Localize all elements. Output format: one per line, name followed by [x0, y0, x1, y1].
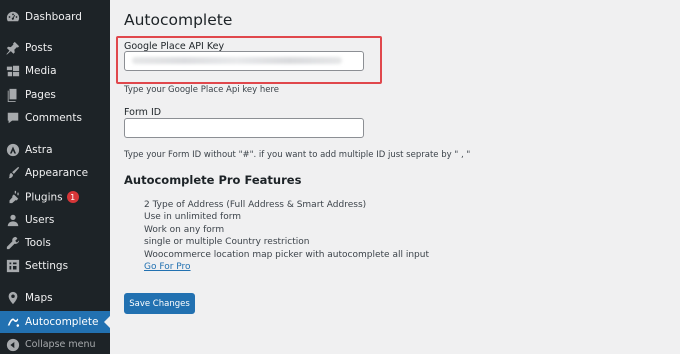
pro-feature-item: single or multiple Country restriction [144, 237, 310, 247]
sidebar-item-label: Pages [25, 89, 56, 101]
sidebar-item-label: Astra [25, 144, 53, 156]
pro-features-heading: Autocomplete Pro Features [124, 173, 302, 187]
page-title: Autocomplete [124, 11, 233, 29]
sidebar-item-label: Settings [25, 260, 69, 272]
sidebar-item-label: Maps [25, 292, 53, 304]
form-id-input[interactable] [124, 118, 364, 138]
api-key-redacted-value [132, 57, 342, 64]
sidebar-item-media[interactable]: Media [0, 60, 110, 82]
sidebar-item-tools[interactable]: Tools [0, 232, 110, 254]
comment-icon [5, 110, 21, 126]
form-id-description: Type your Form ID without "#". if you wa… [124, 150, 471, 160]
main-content: Autocomplete Google Place API Key Type y… [110, 0, 680, 354]
map-marker-icon [5, 290, 21, 306]
sidebar-item-posts[interactable]: Posts [0, 37, 110, 59]
pro-feature-item: Use in unlimited form [144, 212, 242, 222]
sidebar-item-settings[interactable]: Settings [0, 255, 110, 277]
go-for-pro-link[interactable]: Go For Pro [144, 262, 191, 272]
sidebar-item-label: Dashboard [25, 11, 82, 23]
pro-feature-item: Work on any form [144, 225, 225, 235]
sidebar-item-label: Media [25, 65, 57, 77]
sidebar-item-plugins[interactable]: Plugins 1 [0, 186, 110, 208]
pages-icon [5, 87, 21, 103]
sidebar-item-astra[interactable]: Astra [0, 139, 110, 161]
pushpin-icon [5, 40, 21, 56]
sidebar-item-label: Appearance [25, 167, 89, 179]
admin-sidebar: Dashboard Posts Media Pages Comments Ast… [0, 0, 110, 354]
collapse-menu-label: Collapse menu [25, 339, 96, 350]
sidebar-item-pages[interactable]: Pages [0, 84, 110, 106]
sidebar-item-users[interactable]: Users [0, 209, 110, 231]
sidebar-item-label: Comments [25, 112, 82, 124]
sidebar-item-appearance[interactable]: Appearance [0, 162, 110, 184]
sidebar-item-label: Posts [25, 42, 53, 54]
api-key-description: Type your Google Place Api key here [124, 85, 280, 95]
sidebar-item-dashboard[interactable]: Dashboard [0, 6, 110, 28]
pro-feature-item: 2 Type of Address (Full Address & Smart … [144, 200, 367, 210]
form-id-label: Form ID [124, 107, 162, 118]
plug-icon [5, 189, 21, 205]
pro-feature-item: Woocommerce location map picker with aut… [144, 250, 429, 260]
user-icon [5, 212, 21, 228]
sidebar-item-comments[interactable]: Comments [0, 107, 110, 129]
wrench-icon [5, 235, 21, 251]
sidebar-item-label: Users [25, 214, 55, 226]
sidebar-item-label: Plugins 1 [25, 191, 79, 204]
autocomplete-icon [5, 314, 21, 330]
sidebar-item-maps[interactable]: Maps [0, 287, 110, 309]
save-changes-button[interactable]: Save Changes [124, 293, 195, 314]
sidebar-item-label: Autocomplete [25, 316, 99, 328]
astra-logo-icon [5, 142, 21, 158]
sidebar-item-autocomplete[interactable]: Autocomplete [0, 311, 110, 333]
collapse-arrow-icon [5, 337, 21, 353]
plugins-update-badge: 1 [66, 191, 79, 203]
paintbrush-icon [5, 165, 21, 181]
sidebar-item-label: Tools [25, 237, 51, 249]
settings-icon [5, 258, 21, 274]
dashboard-icon [5, 9, 21, 25]
collapse-menu-button[interactable]: Collapse menu [0, 334, 110, 354]
media-icon [5, 63, 21, 79]
